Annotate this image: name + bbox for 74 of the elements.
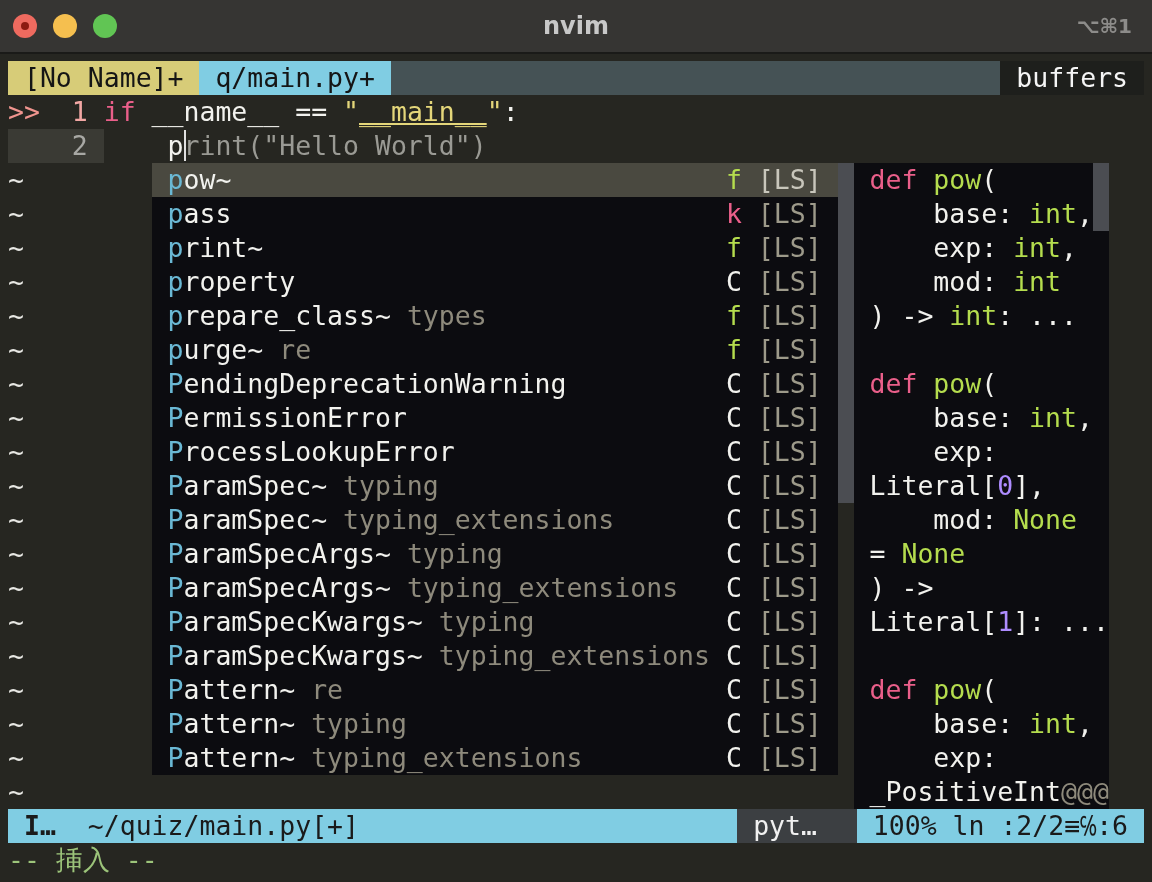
empty-line-tilde: ~ xyxy=(8,367,24,401)
buffer-tab[interactable]: [No Name]+ xyxy=(8,61,200,95)
doc-line: mod: int xyxy=(932,265,1062,299)
buffers-label: buffers xyxy=(1000,61,1144,95)
doc-line: _PositiveInt@@@ xyxy=(868,775,1109,809)
scrollbar-thumb[interactable] xyxy=(1092,163,1109,231)
doc-line: exp: xyxy=(932,741,999,775)
completion-item[interactable]: ParamSpecArgs~ typing_extensions C [LS] xyxy=(151,571,838,605)
completion-item[interactable]: PendingDeprecationWarning C [LS] xyxy=(151,367,838,401)
window-title: nvim xyxy=(542,12,610,40)
empty-line-tilde: ~ xyxy=(8,197,24,231)
empty-line-tilde: ~ xyxy=(8,537,24,571)
sign-marker: >> xyxy=(8,95,40,129)
zoom-button[interactable] xyxy=(93,14,117,38)
close-button[interactable] xyxy=(13,14,37,38)
doc-line: base: int, xyxy=(932,197,1094,231)
cursor-position: ln :2/2≡℅:6 xyxy=(951,809,1130,843)
completion-item[interactable]: ParamSpecKwargs~ typing C [LS] xyxy=(151,605,838,639)
empty-line-tilde: ~ xyxy=(8,639,24,673)
empty-line-tilde: ~ xyxy=(8,435,24,469)
empty-line-tilde: ~ xyxy=(8,163,24,197)
doc-line: exp: int, xyxy=(932,231,1078,265)
completion-item[interactable]: pow~ f [LS] xyxy=(151,163,838,197)
empty-line-tilde: ~ xyxy=(8,469,24,503)
empty-line-tilde: ~ xyxy=(8,503,24,537)
code-line: p rint("Hello World") xyxy=(166,129,487,163)
code-line: if __name__ == "__main__": xyxy=(103,95,519,129)
completion-item[interactable]: PermissionError C [LS] xyxy=(151,401,838,435)
empty-line-tilde: ~ xyxy=(8,265,24,299)
scroll-percent: 100% xyxy=(871,809,937,843)
completion-item[interactable]: pass k [LS] xyxy=(151,197,838,231)
doc-line: Literal[1]: ... xyxy=(868,605,1109,639)
completion-item[interactable]: Pattern~ re C [LS] xyxy=(151,673,838,707)
completion-item[interactable]: ParamSpec~ typing_extensions C [LS] xyxy=(151,503,838,537)
doc-line: def pow( xyxy=(868,367,999,401)
completion-item[interactable]: Pattern~ typing_extensions C [LS] xyxy=(151,741,838,775)
mode-indicator: I… xyxy=(22,809,57,843)
empty-line-tilde: ~ xyxy=(8,741,24,775)
doc-line: def pow( xyxy=(868,163,999,197)
completion-item[interactable]: p rint~ f [LS] xyxy=(151,231,838,265)
empty-line-tilde: ~ xyxy=(8,401,24,435)
doc-line: exp: xyxy=(932,435,999,469)
empty-line-tilde: ~ xyxy=(8,775,24,809)
completion-item[interactable]: p repare_class~ types f [LS] xyxy=(151,299,838,333)
completion-item[interactable]: Pattern~ typing C [LS] xyxy=(151,707,838,741)
empty-line-tilde: ~ xyxy=(8,333,24,367)
file-path: ~/quiz/main.py[+] xyxy=(86,809,360,843)
empty-line-tilde: ~ xyxy=(8,299,24,333)
doc-line: base: int, xyxy=(932,707,1094,741)
empty-line-tilde: ~ xyxy=(8,707,24,741)
line-number: 2 xyxy=(70,129,88,163)
minimize-button[interactable] xyxy=(53,14,77,38)
doc-line: base: int, xyxy=(932,401,1094,435)
doc-line: ) -> xyxy=(868,571,935,605)
empty-line-tilde: ~ xyxy=(8,673,24,707)
doc-line: mod: None xyxy=(932,503,1078,537)
buffer-tab[interactable]: q/main.py+ xyxy=(199,61,391,95)
completion-item[interactable]: purge~ re f [LS] xyxy=(151,333,838,367)
filetype-label: pyt… xyxy=(737,809,857,843)
mode-message: -- 挿入 -- xyxy=(8,843,158,877)
completion-item[interactable]: ParamSpec~ typing C [LS] xyxy=(151,469,838,503)
empty-line-tilde: ~ xyxy=(8,605,24,639)
shortcut-label: ⌥⌘1 xyxy=(1076,14,1133,38)
doc-line: = None xyxy=(868,537,967,571)
empty-line-tilde: ~ xyxy=(8,571,24,605)
doc-line: ) -> int: ... xyxy=(868,299,1078,333)
doc-line: Literal[0], xyxy=(868,469,1047,503)
doc-line: def pow( xyxy=(868,673,999,707)
line-number: 1 xyxy=(70,95,88,129)
completion-item[interactable]: p roperty C [LS] xyxy=(151,265,838,299)
empty-line-tilde: ~ xyxy=(8,231,24,265)
completion-item[interactable]: ProcessLookupError C [LS] xyxy=(151,435,838,469)
completion-item[interactable]: ParamSpecKwargs~ typing_extensions C [LS] xyxy=(151,639,838,673)
completion-item[interactable]: ParamSpecArgs~ typing C [LS] xyxy=(151,537,838,571)
